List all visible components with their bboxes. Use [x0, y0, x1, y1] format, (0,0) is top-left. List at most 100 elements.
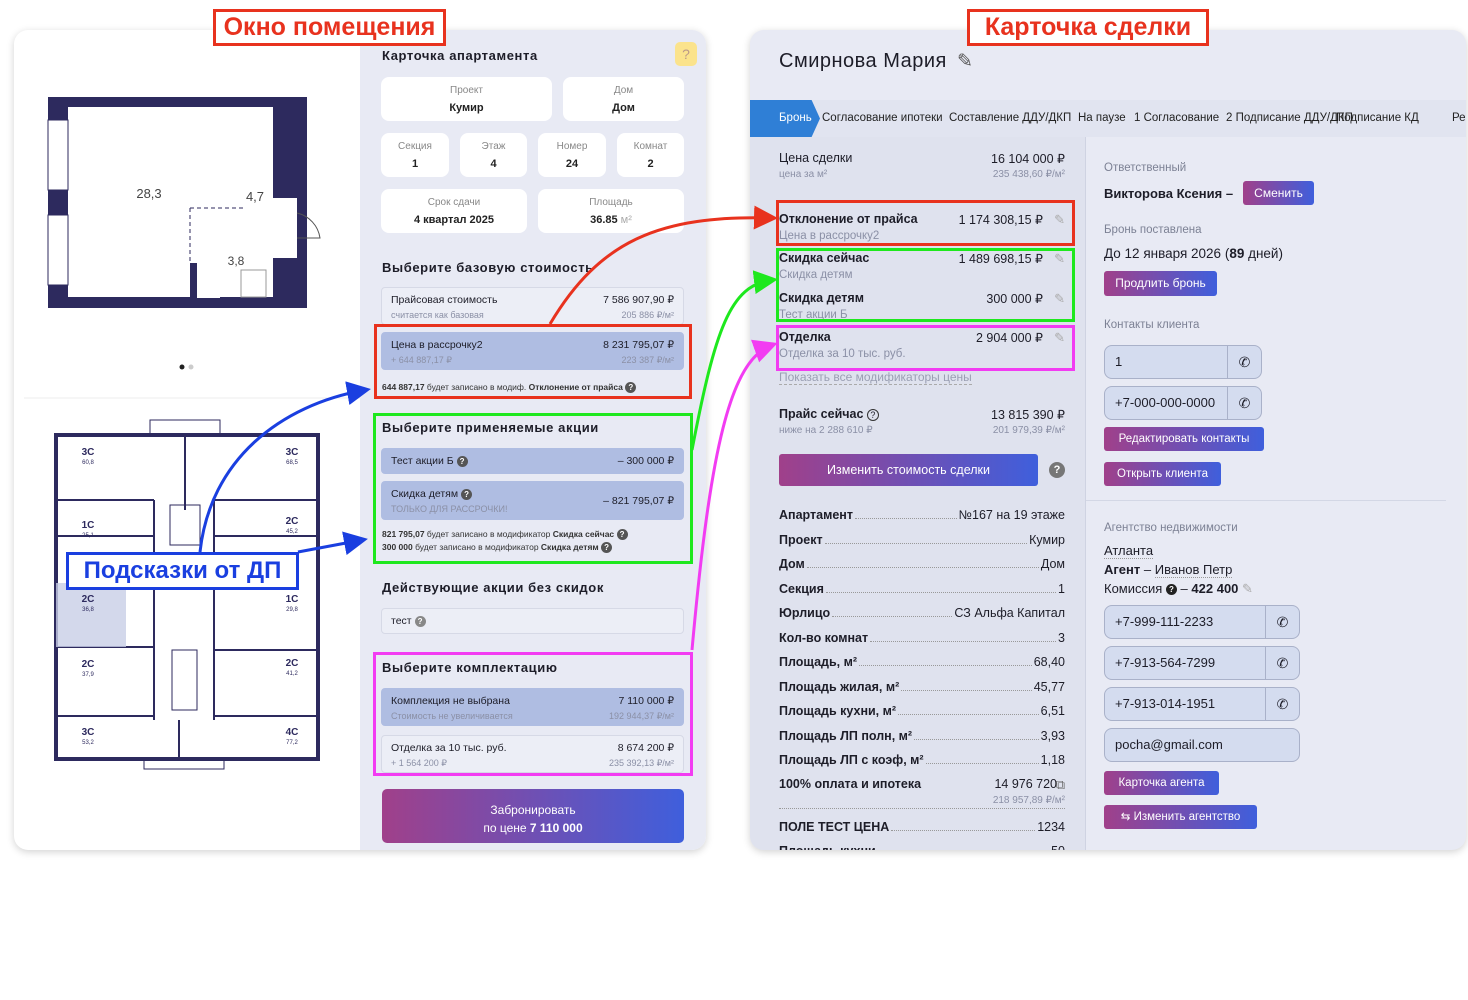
agent-card-button[interactable]: Карточка агента [1104, 771, 1219, 795]
attribute-row: Кол-во комнат 3 [779, 630, 1065, 645]
responsible-name: Викторова Ксения – [1104, 186, 1234, 201]
apartment-type-label[interactable]: 2С [286, 516, 299, 527]
phone-icon[interactable]: ✆ [1265, 606, 1299, 638]
phone-icon[interactable]: ✆ [1227, 346, 1261, 378]
info-tile: Комнат 2 [617, 133, 684, 177]
phone-icon[interactable]: ✆ [1265, 688, 1299, 720]
booking-until: До 12 января 2026 (89 дней) [1104, 246, 1283, 261]
apartment-type-label[interactable]: 2С [286, 658, 299, 669]
responsible-label: Ответственный [1104, 162, 1187, 174]
stage-tab[interactable]: Согласование ипотеки [822, 112, 943, 124]
apartment-area-label: 77,2 [286, 740, 298, 746]
carousel-dot[interactable] [188, 364, 194, 370]
client-contact-field[interactable]: 1 ✆ [1104, 345, 1262, 379]
apartment-type-label[interactable]: 4С [286, 727, 299, 738]
help-icon[interactable]: ? [1049, 462, 1065, 478]
question-icon[interactable]: ? [456, 455, 468, 467]
edit-icon[interactable]: ✎ [957, 50, 973, 73]
question-icon[interactable]: ? [461, 488, 473, 500]
selected-apartment-highlight [56, 583, 126, 647]
apartment-type-label[interactable]: 1С [82, 520, 95, 531]
attribute-row: Площадь кухни50 [779, 844, 1065, 850]
apartment-area-label: 29,8 [286, 607, 298, 613]
promo-option[interactable]: Скидка детям ? ТОЛЬКО ДЛЯ РАССРОЧКИ! – 821… [381, 481, 684, 520]
agent-phone-field[interactable]: +7-913-014-1951 ✆ [1104, 687, 1300, 721]
stage-tab[interactable]: На паузе [1078, 112, 1126, 124]
apartment-type-label[interactable]: 3С [82, 727, 95, 738]
apartment-type-label[interactable]: 3С [82, 447, 95, 458]
apartment-type-label[interactable]: 3С [286, 447, 299, 458]
price-option[interactable]: Комплекция не выбрана Стоимость не увелич… [381, 688, 684, 726]
agent-phone-field[interactable]: +7-913-564-7299 ✆ [1104, 646, 1300, 680]
stage-tab[interactable]: 2 Подписание ДДУ/ДКП [1226, 112, 1353, 124]
carousel-dot-active[interactable] [179, 364, 185, 370]
phone-icon[interactable]: ✆ [1227, 387, 1261, 419]
deal-price: Цена сделки 16 104 000 ₽ цена за м² 235 438… [779, 151, 1065, 180]
apartment-type-label[interactable]: 1С [286, 594, 299, 605]
apartment-plan[interactable] [47, 97, 321, 308]
change-responsible-button[interactable]: Сменить [1243, 181, 1314, 205]
phone-icon[interactable]: ✆ [1265, 647, 1299, 679]
show-all-modifiers-link[interactable]: Показать все модификаторы цены [779, 370, 972, 385]
agent-phone-field[interactable]: +7-999-111-2233 ✆ [1104, 605, 1300, 639]
edit-icon[interactable]: ✎ [1054, 291, 1065, 307]
attribute-row: Площадь ЛП полн, м² 3,93 [779, 728, 1065, 743]
floor-plans: 28,3 4,7 3,8 3С60,83С68,51С25,12С45,22С3… [24, 97, 360, 770]
price-option[interactable]: Цена в рассрочку2 + 644 887,17 ₽8 231 795… [381, 332, 684, 370]
change-agency-button[interactable]: ⇆ Изменить агентство [1104, 805, 1257, 829]
agent-email-field[interactable]: pocha@gmail.com [1104, 728, 1300, 762]
attribute-row: Юрлицо СЗ Альфа Капитал [779, 606, 1065, 620]
callout-deal-card: Карточка сделки [967, 9, 1209, 46]
column-divider [1085, 137, 1086, 850]
open-client-button[interactable]: Открыть клиента [1104, 462, 1221, 486]
edit-icon[interactable]: ✎ [1054, 330, 1065, 346]
finish-heading: Выберите комплектацию [382, 660, 558, 675]
apartment-type-label[interactable]: 2С [82, 659, 95, 670]
apartment-type-label[interactable]: 2С [82, 594, 95, 605]
divider [779, 808, 1065, 809]
promotions-heading: Выберите применяемые акции [382, 420, 599, 435]
extend-booking-button[interactable]: Продлить бронь [1104, 271, 1217, 296]
callout-room-window: Окно помещения [213, 9, 446, 46]
promo-option[interactable]: Тест акции Б ? – 300 000 ₽ [381, 448, 684, 474]
agent-name[interactable]: Иванов Петр [1154, 562, 1233, 578]
apartment-card-title: Карточка апартамента [382, 48, 538, 63]
base-price-note: 644 887,17 будет записано в модиф. Откло… [382, 382, 637, 394]
help-question-icon[interactable]: ? [675, 42, 697, 66]
attribute-row: Проект Кумир [779, 532, 1065, 547]
copy-icon[interactable]: ⧉ [1056, 777, 1065, 793]
stage-tab[interactable]: Подписание КД [1336, 112, 1419, 124]
full-payment-price: 100% оплата и ипотека 14 976 720 ⧉ 218 957,… [779, 777, 1065, 806]
attribute-row: Площадь, м² 68,40 [779, 655, 1065, 669]
apartment-area-label: 60,8 [82, 460, 94, 466]
change-deal-price-button[interactable]: Изменить стоимость сделки [779, 454, 1038, 486]
attribute-row: ПОЛЕ ТЕСТ ЦЕНА 1234 [779, 820, 1065, 834]
edit-icon[interactable]: ✎ [1242, 581, 1253, 596]
price-modifier: Скидка детям 300 000 ₽ ✎ Тест акции Б [779, 291, 1065, 321]
stage-tab[interactable]: Бронь [779, 112, 812, 124]
agency-name[interactable]: Атланта [1104, 543, 1154, 559]
handshake-icon: ⇆ [1120, 811, 1134, 823]
question-icon[interactable]: ? [866, 409, 879, 421]
edit-icon[interactable]: ✎ [1054, 251, 1065, 267]
room-area-label: 3,8 [228, 254, 245, 268]
agent-line: Агент – Иванов Петр [1104, 562, 1233, 578]
base-price-heading: Выберите базовую стоимость [382, 260, 594, 275]
edit-icon[interactable]: ✎ [1054, 212, 1065, 228]
attribute-row: Площадь жилая, м² 45,77 [779, 679, 1065, 694]
attribute-row: Секция 1 [779, 581, 1065, 596]
stage-tab[interactable]: Составление ДДУ/ДКП [949, 112, 1071, 124]
no-discount-promo[interactable]: тест ? [381, 608, 684, 634]
client-contact-field[interactable]: +7-000-000-0000 ✆ [1104, 386, 1262, 420]
agency-label: Агентство недвижимости [1104, 522, 1238, 534]
client-name: Смирнова Мария [779, 50, 947, 72]
apartment-area-label: 45,2 [286, 529, 298, 535]
apartment-area-label: 53,2 [82, 740, 94, 746]
stage-tab[interactable]: 1 Согласование [1134, 112, 1219, 124]
price-option[interactable]: Прайсовая стоимость считается как базовая… [381, 287, 684, 325]
book-button[interactable]: Забронировать по цене 7 110 000 [382, 789, 684, 843]
edit-contacts-button[interactable]: Редактировать контакты [1104, 427, 1264, 451]
stage-tab[interactable]: Ре [1452, 112, 1466, 124]
price-option[interactable]: Отделка за 10 тыс. руб. + 1 564 200 ₽8 67… [381, 735, 684, 773]
price-modifier: Отклонение от прайса 1 174 308,15 ₽ ✎ Цена … [779, 212, 1065, 242]
